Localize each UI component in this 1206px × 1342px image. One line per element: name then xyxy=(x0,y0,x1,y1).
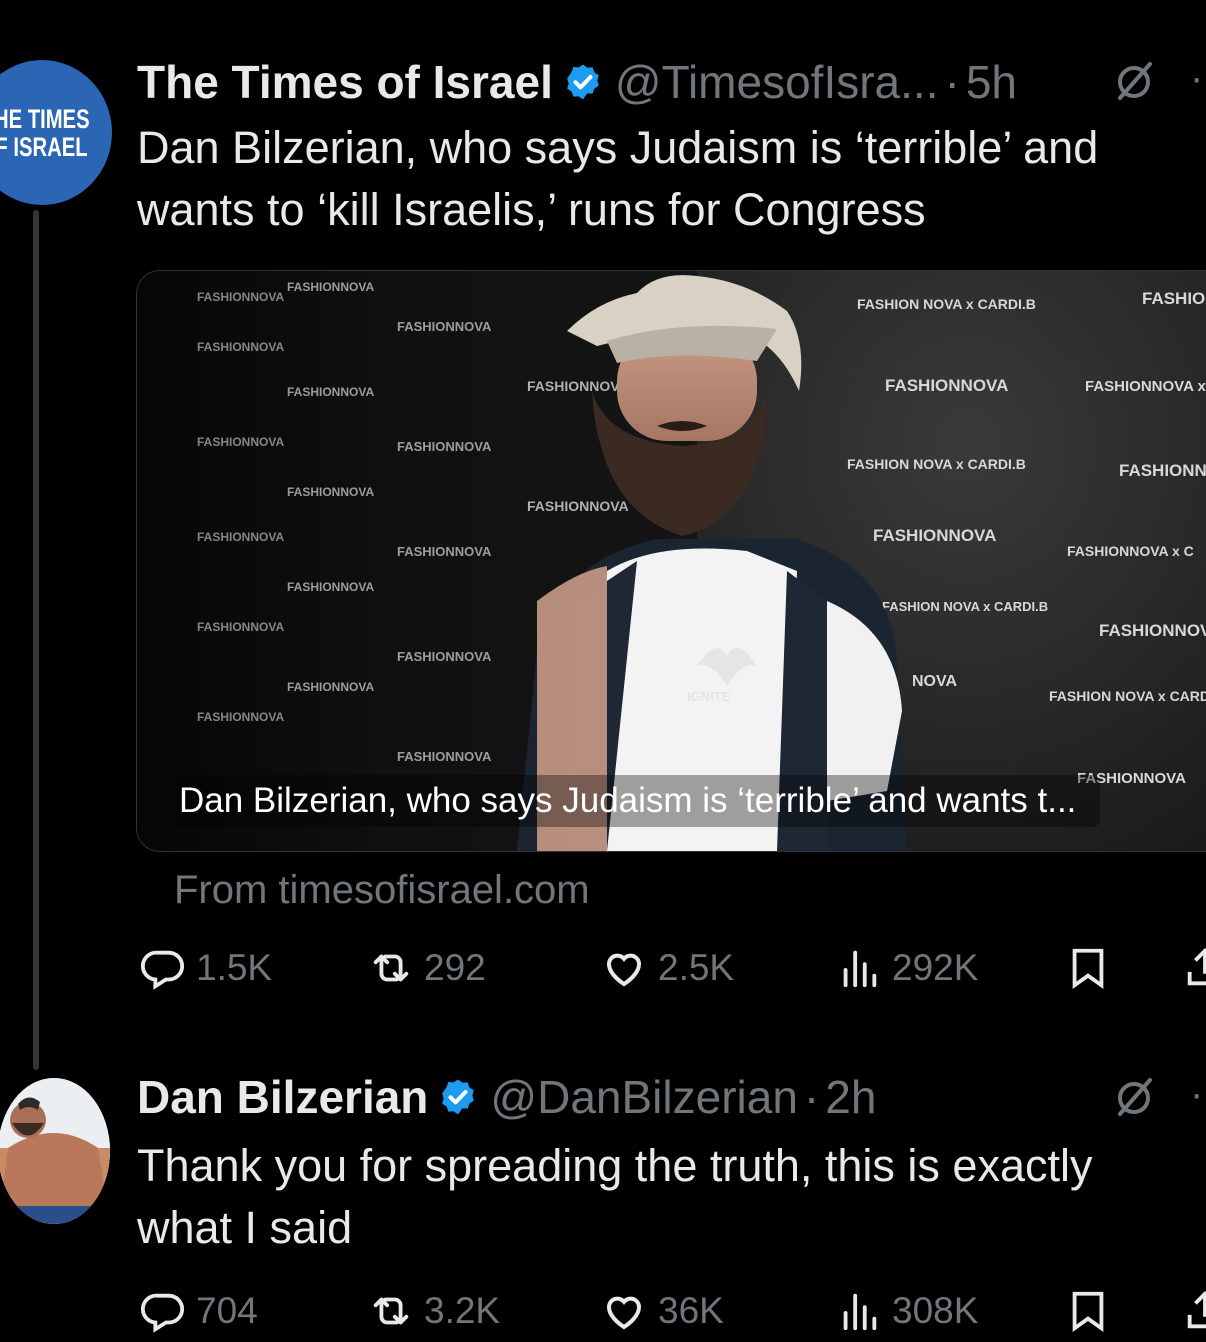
link-card-image[interactable]: FASHIONNOVA FASHIONNOVA FASHIONNOVA FASH… xyxy=(136,270,1206,852)
backdrop-logo: FASHIONNOVA xyxy=(197,340,284,354)
like-icon xyxy=(606,1296,642,1330)
backdrop-logo: FASHIONNOVA x C xyxy=(1085,378,1206,395)
timestamp[interactable]: 2h xyxy=(825,1070,876,1124)
backdrop-logo: FASHIONNOVA xyxy=(287,580,374,594)
avatar-logo-line-1: HE TIMES xyxy=(0,103,90,134)
views-icon xyxy=(843,1293,877,1331)
backdrop-logo: FASHIONNOVA xyxy=(1119,461,1206,480)
repost-button[interactable]: 292 xyxy=(368,938,486,998)
like-count: 2.5K xyxy=(658,947,735,988)
display-name[interactable]: Dan Bilzerian xyxy=(137,1070,428,1124)
backdrop-logo: FASHIONNOVA xyxy=(197,710,284,724)
repost-icon xyxy=(373,1297,409,1325)
reply-icon xyxy=(140,1293,185,1333)
display-name[interactable]: The Times of Israel xyxy=(137,55,553,109)
tweet-header: Dan Bilzerian @DanBilzerian · 2h xyxy=(137,1067,876,1127)
verified-badge-icon[interactable] xyxy=(563,62,603,102)
tweet-text-line: what I said xyxy=(137,1202,353,1253)
like-button[interactable]: 36K xyxy=(600,1281,724,1341)
backdrop-logo: FASHIONNOVA xyxy=(873,526,996,545)
handle[interactable]: @DanBilzerian xyxy=(490,1070,798,1124)
thread-connector-line xyxy=(33,210,39,1070)
views-icon xyxy=(843,950,877,988)
repost-count: 292 xyxy=(424,947,486,988)
share-icon[interactable] xyxy=(1182,945,1206,991)
tweet-text-line: wants to ‘kill Israelis,’ runs for Congr… xyxy=(137,184,926,235)
like-icon xyxy=(606,953,642,987)
backdrop-logo: FASHIONNOVA xyxy=(397,439,492,454)
avatar-dan-bilzerian[interactable] xyxy=(0,1078,110,1224)
verified-badge-icon[interactable] xyxy=(438,1077,478,1117)
avatar-photo xyxy=(0,1078,110,1224)
link-card-caption: Dan Bilzerian, who says Judaism is ‘terr… xyxy=(175,775,1101,827)
tweet-action-bar: 1.5K 292 2.5K 292K xyxy=(140,938,1206,998)
like-count: 36K xyxy=(658,1290,724,1331)
grok-icon[interactable] xyxy=(1112,60,1156,104)
more-icon[interactable]: · xyxy=(1190,1072,1203,1117)
reply-count: 1.5K xyxy=(196,947,273,988)
separator-dot: · xyxy=(944,56,960,108)
backdrop-logo: FASHIONNOVA xyxy=(287,485,374,499)
reply-button[interactable]: 1.5K xyxy=(140,938,272,998)
backdrop-logo: FASHIONNOVA xyxy=(197,620,284,634)
backdrop-logo: FASHIONNOVA xyxy=(197,290,284,304)
backdrop-logo: FASHIO xyxy=(1142,289,1205,308)
backdrop-logo: FASHION NOVA x CARDI.B xyxy=(857,296,1036,312)
share-icon[interactable] xyxy=(1182,1288,1206,1334)
backdrop-logo: FASHION NOVA x CARDI.B xyxy=(882,599,1048,614)
tweet-body: Dan Bilzerian, who says Judaism is ‘terr… xyxy=(137,117,1098,241)
backdrop-logo: FASHIONNOVA xyxy=(287,280,374,294)
views-count: 308K xyxy=(892,1290,979,1331)
backdrop-logo: FASHIONNOVA xyxy=(527,378,629,394)
link-card-source[interactable]: From timesofisrael.com xyxy=(174,868,590,913)
tweet-text-line: Dan Bilzerian, who says Judaism is ‘terr… xyxy=(137,122,1099,173)
backdrop-logo: FASHION NOVA x CARDI.B xyxy=(847,456,1026,472)
repost-button[interactable]: 3.2K xyxy=(368,1281,500,1341)
like-button[interactable]: 2.5K xyxy=(600,938,734,998)
backdrop-logo: FASHIONNOVA xyxy=(397,749,492,764)
views-count: 292K xyxy=(892,947,979,988)
backdrop-logo: FASHIONNOVA xyxy=(287,385,374,399)
reply-count: 704 xyxy=(196,1290,258,1331)
timestamp[interactable]: 5h xyxy=(966,55,1017,109)
bookmark-icon[interactable] xyxy=(1065,1288,1111,1334)
hoodie-logo-text: IGNITE xyxy=(687,689,731,704)
repost-icon xyxy=(373,954,409,982)
backdrop-logo: FASHIONNOVA xyxy=(287,680,374,694)
views-button[interactable]: 292K xyxy=(836,938,978,998)
backdrop-logo: FASHIONNOVA x C xyxy=(1067,543,1194,559)
tweet-header: The Times of Israel @TimesofIsra... · 5h xyxy=(137,52,1017,112)
repost-count: 3.2K xyxy=(424,1290,501,1331)
backdrop-logo: FASHIONNOVA xyxy=(397,649,492,664)
backdrop-logo: FASHIONNOVA xyxy=(197,435,284,449)
backdrop-logo: NOVA xyxy=(912,673,957,690)
tweet-action-bar: 704 3.2K 36K 308K xyxy=(140,1281,1206,1341)
more-icon[interactable]: · xyxy=(1190,56,1203,101)
grok-icon[interactable] xyxy=(1112,1076,1156,1120)
avatar-logo-line-2: F ISRAEL xyxy=(0,131,89,162)
backdrop-logo: FASHIONNOVA xyxy=(197,530,284,544)
views-button[interactable]: 308K xyxy=(836,1281,978,1341)
tweet-body: Thank you for spreading the truth, this … xyxy=(137,1135,1092,1259)
backdrop-logo: FASHIONNOVA xyxy=(885,376,1008,395)
reply-icon xyxy=(140,950,185,990)
bookmark-icon[interactable] xyxy=(1065,945,1111,991)
backdrop-logo: FASHION NOVA x CARDI.B xyxy=(1049,688,1206,704)
backdrop-logo: FASHIONNOVA xyxy=(527,498,629,514)
backdrop-logo: FASHIONNOVA xyxy=(397,544,492,559)
reply-button[interactable]: 704 xyxy=(140,1281,258,1341)
tweet-text-line: Thank you for spreading the truth, this … xyxy=(137,1140,1093,1191)
handle[interactable]: @TimesofIsra... xyxy=(615,55,939,109)
separator-dot: · xyxy=(803,1071,820,1123)
photo-scene: FASHIONNOVA FASHIONNOVA FASHIONNOVA FASH… xyxy=(137,271,1206,851)
backdrop-logo: FASHIONNOVA xyxy=(1099,621,1206,640)
backdrop-logo: FASHIONNOVA xyxy=(397,319,492,334)
avatar-times-of-israel[interactable]: HE TIMES F ISRAEL xyxy=(0,60,112,205)
